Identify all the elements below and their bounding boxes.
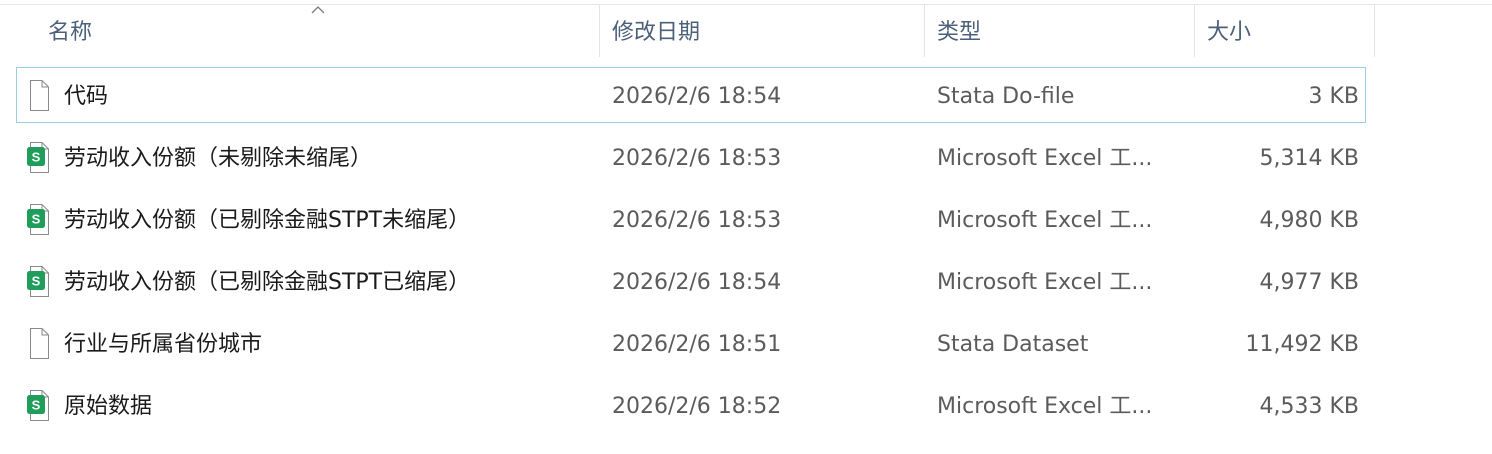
spreadsheet-icon-letter: S [32,212,41,227]
file-size: 4,980 KB [1259,208,1360,233]
column-header-bar: 名称 修改日期 类型 大小 [0,5,1492,57]
spreadsheet-file-icon: S [27,390,49,421]
spreadsheet-file-icon: S [27,266,49,297]
file-row[interactable]: S 原始数据 2026/2/6 18:52 Microsoft Excel 工... 4… [16,377,1366,433]
spreadsheet-file-icon: S [27,142,49,173]
spreadsheet-icon-letter: S [32,398,41,413]
file-name: 劳动收入份额（已剔除金融STPT已缩尾） [64,270,471,295]
file-size: 4,533 KB [1259,394,1360,419]
column-divider[interactable] [1374,5,1375,57]
spreadsheet-icon-letter: S [32,150,41,165]
file-name: 行业与所属省份城市 [64,332,263,357]
file-modified-date: 2026/2/6 18:53 [612,146,782,171]
column-header-type[interactable]: 类型 [937,5,1182,57]
file-row[interactable]: S 劳动收入份额（已剔除金融STPT未缩尾） 2026/2/6 18:53 Micro… [16,191,1366,247]
file-modified-date: 2026/2/6 18:51 [612,332,782,357]
column-divider[interactable] [1194,5,1195,57]
file-size: 11,492 KB [1245,332,1360,357]
file-modified-date: 2026/2/6 18:54 [612,84,782,109]
blank-file-icon [30,80,49,111]
file-size: 4,977 KB [1259,270,1360,295]
file-size: 3 KB [1308,84,1359,109]
file-type: Stata Dataset [937,332,1089,357]
file-name: 代码 [64,84,109,109]
file-name: 原始数据 [64,394,153,419]
file-type: Microsoft Excel 工... [937,208,1153,233]
column-divider[interactable] [924,5,925,57]
file-row[interactable]: S 劳动收入份额（已剔除金融STPT已缩尾） 2026/2/6 18:54 Micro… [16,253,1366,309]
column-header-modified[interactable]: 修改日期 [612,5,912,57]
file-row[interactable]: 代码 2026/2/6 18:54 Stata Do-file 3 KB [16,67,1366,123]
column-header-size[interactable]: 大小 [1207,5,1367,57]
file-name: 劳动收入份额（已剔除金融STPT未缩尾） [64,208,471,233]
file-row[interactable]: S 劳动收入份额（未剔除未缩尾） 2026/2/6 18:53 Microsoft E… [16,129,1366,185]
file-type: Microsoft Excel 工... [937,394,1153,419]
file-modified-date: 2026/2/6 18:53 [612,208,782,233]
file-type: Microsoft Excel 工... [937,146,1153,171]
file-modified-date: 2026/2/6 18:52 [612,394,782,419]
file-modified-date: 2026/2/6 18:54 [612,270,782,295]
blank-file-icon [30,328,49,359]
spreadsheet-icon-letter: S [32,274,41,289]
file-row[interactable]: 行业与所属省份城市 2026/2/6 18:51 Stata Dataset 11,4… [16,315,1366,371]
file-size: 5,314 KB [1259,146,1360,171]
column-divider[interactable] [599,5,600,57]
file-type: Stata Do-file [937,84,1075,109]
spreadsheet-file-icon: S [27,204,49,235]
file-type: Microsoft Excel 工... [937,270,1153,295]
file-name: 劳动收入份额（未剔除未缩尾） [64,146,373,171]
column-header-name[interactable]: 名称 [48,5,588,57]
